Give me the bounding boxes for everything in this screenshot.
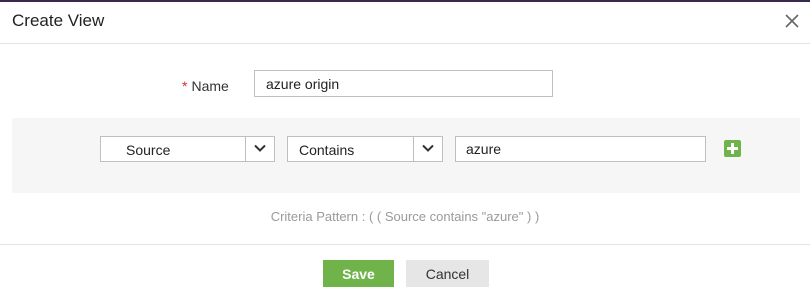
name-input[interactable] [254,70,553,97]
required-asterisk: * [182,78,188,94]
criteria-panel: Source Contains [12,118,800,193]
field-select-value: Source [126,142,171,158]
dialog-title: Create View [12,11,105,30]
field-select[interactable]: Source [100,136,275,162]
dialog-footer: Save Cancel [0,244,810,299]
name-row: * Name [0,70,810,98]
operator-select-dropdown[interactable] [413,137,442,161]
cancel-button[interactable]: Cancel [406,260,489,287]
dialog-header: Create View [0,2,810,44]
chevron-down-icon [422,144,434,152]
operator-select-value: Contains [299,142,355,158]
name-label-text: Name [191,78,229,94]
field-select-dropdown[interactable] [245,137,274,161]
plus-icon[interactable] [724,140,741,157]
name-label: * Name [182,78,229,94]
close-icon[interactable] [784,13,800,29]
chevron-down-icon [254,144,266,152]
criteria-pattern: Criteria Pattern : ( ( Source contains "… [270,209,540,224]
criteria-value-input[interactable] [455,136,706,162]
create-view-dialog: Create View *Name Source Contains [0,0,810,297]
operator-select[interactable]: Contains [287,136,443,162]
save-button[interactable]: Save [323,260,394,287]
